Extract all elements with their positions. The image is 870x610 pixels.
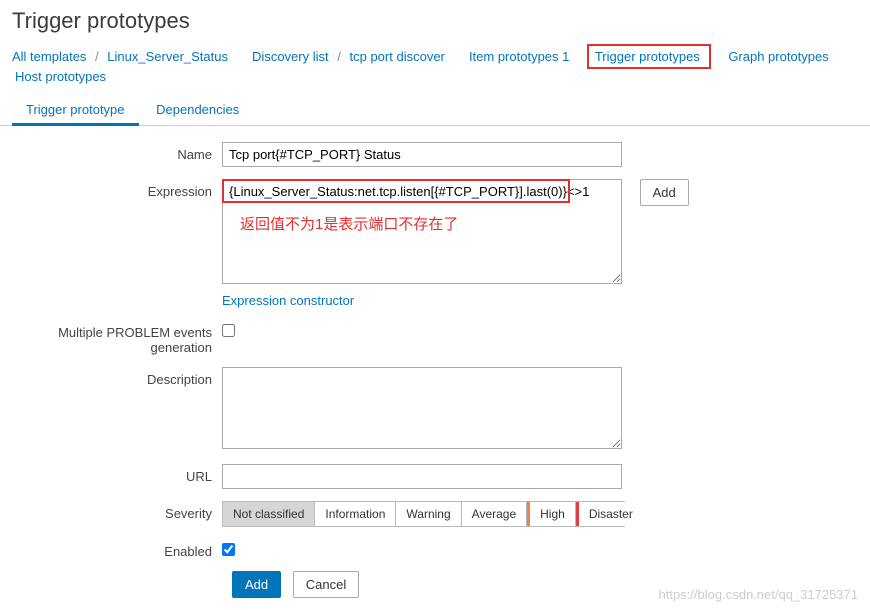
page-title: Trigger prototypes bbox=[0, 0, 870, 40]
enabled-checkbox[interactable] bbox=[222, 543, 235, 556]
breadcrumb-all-templates[interactable]: All templates bbox=[12, 49, 86, 64]
breadcrumb-template[interactable]: Linux_Server_Status bbox=[107, 49, 228, 64]
description-label: Description bbox=[12, 367, 222, 387]
breadcrumb-trigger-prototypes[interactable]: Trigger prototypes bbox=[595, 49, 700, 64]
url-input[interactable] bbox=[222, 464, 622, 489]
breadcrumb-graph-prototypes[interactable]: Graph prototypes bbox=[728, 49, 828, 64]
name-label: Name bbox=[12, 142, 222, 162]
breadcrumb-discovery-list[interactable]: Discovery list bbox=[252, 49, 329, 64]
expression-add-button[interactable]: Add bbox=[640, 179, 689, 206]
cancel-button[interactable]: Cancel bbox=[293, 571, 359, 598]
severity-label: Severity bbox=[12, 501, 222, 521]
breadcrumb: All templates / Linux_Server_Status Disc… bbox=[0, 40, 870, 94]
description-textarea[interactable] bbox=[222, 367, 622, 449]
severity-high[interactable]: High bbox=[527, 502, 576, 526]
enabled-label: Enabled bbox=[12, 539, 222, 559]
expression-textarea[interactable]: {Linux_Server_Status:net.tcp.listen[{#TC… bbox=[222, 179, 622, 284]
name-input[interactable] bbox=[222, 142, 622, 167]
tabs: Trigger prototype Dependencies bbox=[0, 94, 870, 126]
severity-selector: Not classified Information Warning Avera… bbox=[222, 501, 625, 527]
breadcrumb-separator: / bbox=[95, 49, 99, 64]
breadcrumb-item-prototypes[interactable]: Item prototypes 1 bbox=[469, 49, 569, 64]
severity-not-classified[interactable]: Not classified bbox=[223, 502, 315, 526]
severity-disaster[interactable]: Disaster bbox=[576, 502, 643, 526]
form: Name Expression {Linux_Server_Status:net… bbox=[0, 126, 870, 610]
tab-dependencies[interactable]: Dependencies bbox=[142, 94, 253, 125]
add-button[interactable]: Add bbox=[232, 571, 281, 598]
multi-problem-label: Multiple PROBLEM events generation bbox=[12, 320, 222, 355]
breadcrumb-discovery-rule[interactable]: tcp port discover bbox=[350, 49, 445, 64]
severity-information[interactable]: Information bbox=[315, 502, 396, 526]
expression-label: Expression bbox=[12, 179, 222, 199]
severity-average[interactable]: Average bbox=[462, 502, 527, 526]
multi-problem-checkbox[interactable] bbox=[222, 324, 235, 337]
url-label: URL bbox=[12, 464, 222, 484]
severity-warning[interactable]: Warning bbox=[396, 502, 461, 526]
expression-constructor-link[interactable]: Expression constructor bbox=[222, 293, 354, 308]
breadcrumb-host-prototypes[interactable]: Host prototypes bbox=[15, 69, 106, 84]
watermark: https://blog.csdn.net/qq_31725371 bbox=[659, 587, 859, 602]
breadcrumb-separator: / bbox=[337, 49, 341, 64]
tab-trigger-prototype[interactable]: Trigger prototype bbox=[12, 94, 139, 125]
breadcrumb-trigger-prototypes-highlight: Trigger prototypes bbox=[587, 44, 711, 69]
